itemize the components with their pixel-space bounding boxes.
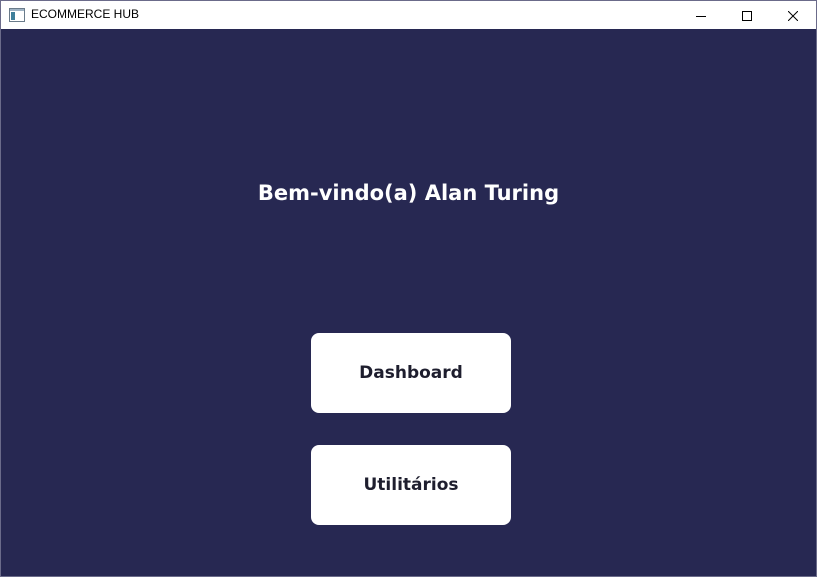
dashboard-button[interactable]: Dashboard <box>311 333 511 413</box>
window-controls <box>678 1 816 29</box>
window-title: ECOMMERCE HUB <box>31 7 140 21</box>
close-icon <box>787 6 799 25</box>
welcome-heading: Bem-vindo(a) Alan Turing <box>257 181 560 205</box>
minimize-icon <box>696 6 706 25</box>
minimize-button[interactable] <box>678 1 724 29</box>
app-icon <box>9 7 25 22</box>
maximize-button[interactable] <box>724 1 770 29</box>
title-bar[interactable]: ECOMMERCE HUB <box>1 1 816 29</box>
maximize-icon <box>742 6 752 25</box>
close-button[interactable] <box>770 1 816 29</box>
utilities-button[interactable]: Utilitários <box>311 445 511 525</box>
main-content: Bem-vindo(a) Alan Turing Dashboard Utili… <box>1 29 816 576</box>
app-window: ECOMMERCE HUB Bem-vindo(a) Alan Turing D… <box>0 0 817 577</box>
